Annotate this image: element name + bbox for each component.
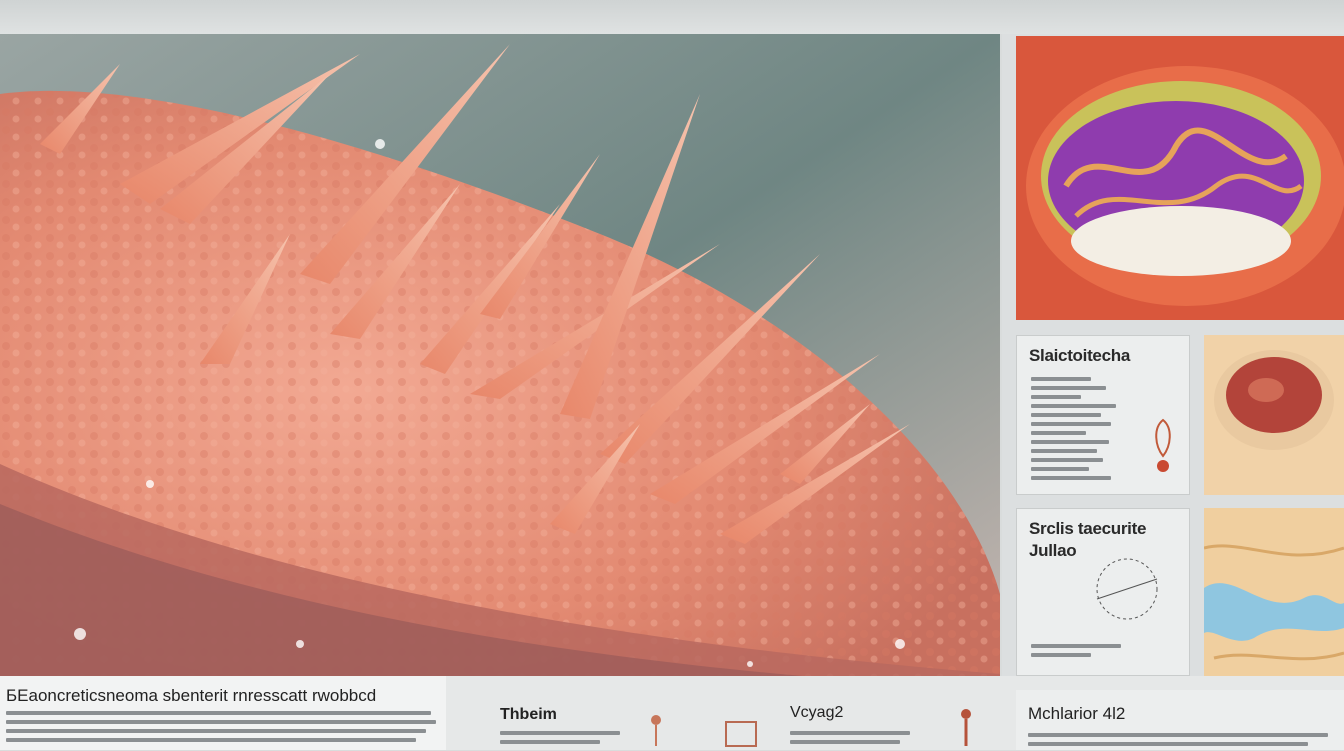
- bottom-caption-main-box: БEaoncreticsneoma sbenterit rnresscatt r…: [0, 676, 446, 750]
- bottom-caption-main: БEaoncreticsneoma sbenterit rnresscatt r…: [6, 686, 377, 705]
- tissue-thumbnail-2: [1204, 508, 1344, 676]
- bottom-caption-right-box: Mchlarior 4l2: [1016, 690, 1344, 750]
- hero-tissue-image: [0, 34, 1000, 690]
- panel-2-text-lines: [1031, 639, 1151, 662]
- tissue-thumbnail-1: [1204, 335, 1344, 495]
- figure-icon: [961, 709, 971, 746]
- bottom-caption-b-lines: [790, 726, 920, 749]
- figure-sketch-icon: [1155, 418, 1171, 472]
- info-panel-2: Srclis taecurite Jullao: [1016, 508, 1190, 676]
- panel-1-text-lines: [1031, 372, 1121, 485]
- bottom-caption-a: Thbeim: [500, 706, 557, 723]
- cross-section-illustration: [1016, 36, 1344, 320]
- bottom-caption-a-lines: [500, 726, 630, 749]
- bottom-caption-c: Mchlarior 4l2: [1028, 704, 1126, 723]
- top-strip: [0, 0, 1344, 34]
- bottom-caption-b: Vcyag2: [790, 704, 844, 721]
- bottom-caption-middle: Thbeim Vcyag2: [486, 690, 996, 750]
- bottom-caption-c-lines: [1028, 728, 1328, 751]
- panel-1-title: Slaictoitecha: [1029, 346, 1130, 365]
- info-panel-1: Slaictoitecha: [1016, 335, 1190, 495]
- panel-2-title-line1: Srclis taecurite: [1029, 519, 1147, 538]
- panel-2-title-line2: Jullao: [1029, 541, 1077, 560]
- bottom-caption-main-lines: [6, 706, 436, 747]
- figure-sketches-icon: [651, 715, 757, 747]
- circular-diagram-icon: [1096, 558, 1158, 620]
